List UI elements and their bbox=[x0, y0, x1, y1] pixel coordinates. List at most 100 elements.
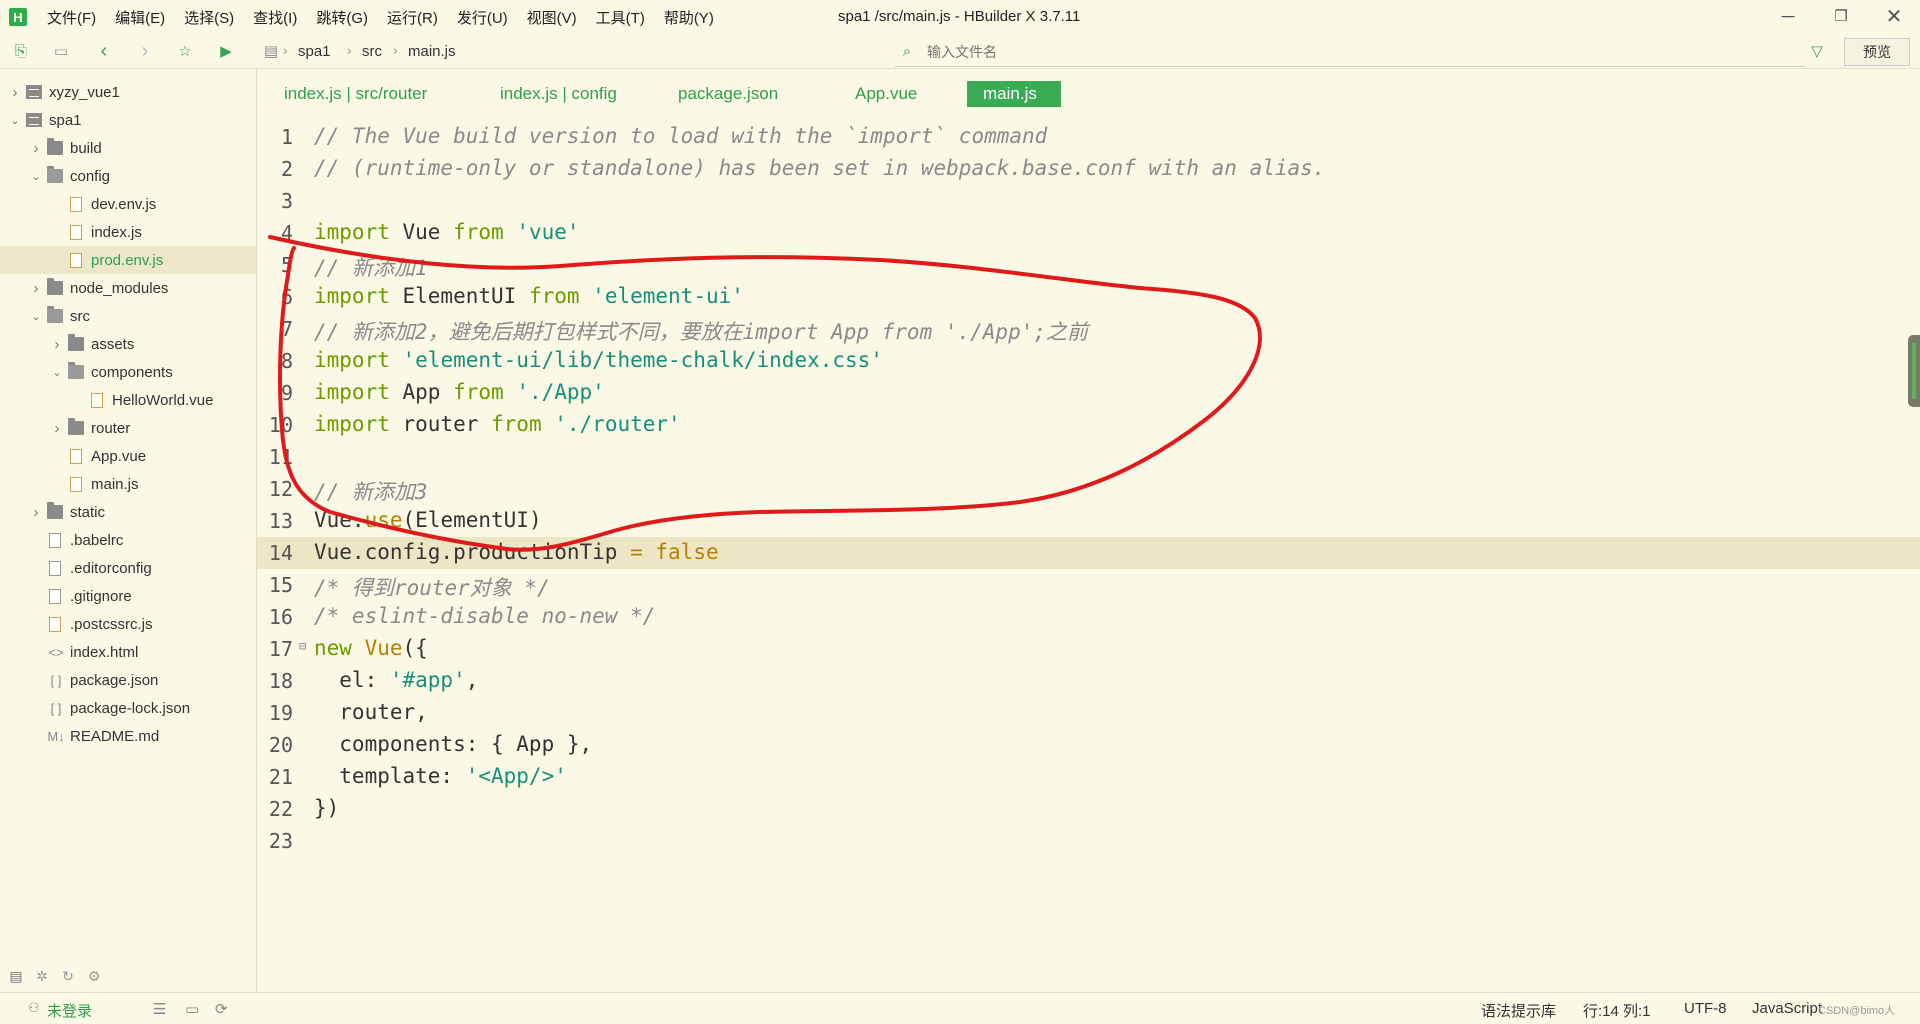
menu-tools[interactable]: 工具(T) bbox=[596, 7, 645, 28]
terminal-icon[interactable]: ▭ bbox=[185, 1000, 199, 1018]
breadcrumb-src[interactable]: src bbox=[362, 43, 382, 60]
tree-item[interactable]: .gitignore bbox=[0, 582, 256, 610]
debug-icon[interactable]: ✲ bbox=[32, 966, 52, 986]
tree-item[interactable]: M↓ README.md bbox=[0, 722, 256, 750]
tree-item[interactable]: › xyzy_vue1 bbox=[0, 78, 256, 106]
editor-tab[interactable]: index.js | src/router bbox=[269, 81, 442, 107]
close-icon[interactable]: ✕ bbox=[1882, 4, 1906, 28]
tree-item[interactable]: main.js bbox=[0, 470, 256, 498]
code-line[interactable]: 13 Vue.use(ElementUI) bbox=[257, 505, 1920, 537]
editor-tab[interactable]: main.js bbox=[967, 81, 1061, 107]
code-line[interactable]: 3 bbox=[257, 185, 1920, 217]
code-line[interactable]: 4 import Vue from 'vue' bbox=[257, 217, 1920, 249]
tree-item[interactable]: [ ] package-lock.json bbox=[0, 694, 256, 722]
refresh-icon[interactable]: ↻ bbox=[58, 966, 78, 986]
chevron-right-icon[interactable]: › bbox=[29, 140, 43, 157]
tree-item[interactable]: ⌄ spa1 bbox=[0, 106, 256, 134]
file-encoding[interactable]: UTF-8 bbox=[1684, 1000, 1727, 1017]
breadcrumb-spa1[interactable]: spa1 bbox=[298, 43, 331, 60]
code-line[interactable]: 23 bbox=[257, 825, 1920, 857]
tree-item[interactable]: prod.env.js bbox=[0, 246, 256, 274]
favorite-icon[interactable]: ☆ bbox=[176, 42, 194, 60]
code-editor[interactable]: 1 // The Vue build version to load with t… bbox=[257, 121, 1920, 991]
code-line[interactable]: 8 import 'element-ui/lib/theme-chalk/inde… bbox=[257, 345, 1920, 377]
menu-file[interactable]: 文件(F) bbox=[47, 7, 96, 28]
menu-goto[interactable]: 跳转(G) bbox=[316, 7, 368, 28]
tree-item[interactable]: dev.env.js bbox=[0, 190, 256, 218]
tree-item[interactable]: ⌄ src bbox=[0, 302, 256, 330]
code-line[interactable]: 5 // 新添加1 bbox=[257, 249, 1920, 281]
save-icon[interactable]: ▭ bbox=[52, 42, 70, 60]
tree-item[interactable]: › static bbox=[0, 498, 256, 526]
tree-item[interactable]: › node_modules bbox=[0, 274, 256, 302]
chevron-down-icon[interactable]: ⌄ bbox=[29, 170, 43, 183]
tree-item[interactable]: › assets bbox=[0, 330, 256, 358]
forward-icon[interactable]: › bbox=[136, 40, 154, 62]
code-line[interactable]: 7 // 新添加2，避免后期打包样式不同，要放在import App from '… bbox=[257, 313, 1920, 345]
editor-tab[interactable]: package.json bbox=[663, 81, 793, 107]
tree-item[interactable]: App.vue bbox=[0, 442, 256, 470]
menu-edit[interactable]: 编辑(E) bbox=[115, 7, 165, 28]
code-line[interactable]: 6 import ElementUI from 'element-ui' bbox=[257, 281, 1920, 313]
chevron-down-icon[interactable]: ⌄ bbox=[50, 366, 64, 379]
language-mode[interactable]: JavaScript bbox=[1752, 1000, 1822, 1017]
minimize-icon[interactable]: ─ bbox=[1776, 4, 1800, 28]
project-manager-icon[interactable]: ▤ bbox=[6, 966, 26, 986]
chevron-right-icon[interactable]: › bbox=[50, 420, 64, 437]
outline-icon[interactable]: ☰ bbox=[153, 1000, 166, 1018]
menu-help[interactable]: 帮助(Y) bbox=[664, 7, 714, 28]
new-file-icon[interactable]: ⎘ bbox=[12, 42, 30, 60]
sync-icon[interactable]: ⟳ bbox=[215, 1000, 228, 1018]
code-line[interactable]: 22}) bbox=[257, 793, 1920, 825]
restore-icon[interactable]: ❐ bbox=[1829, 4, 1853, 28]
code-line[interactable]: 18 el: '#app', bbox=[257, 665, 1920, 697]
code-line[interactable]: 14 Vue.config.productionTip = false bbox=[257, 537, 1920, 569]
code-line[interactable]: 16 /* eslint-disable no-new */ bbox=[257, 601, 1920, 633]
tree-item[interactable]: index.js bbox=[0, 218, 256, 246]
menu-select[interactable]: 选择(S) bbox=[184, 7, 234, 28]
login-status[interactable]: 未登录 bbox=[47, 1000, 92, 1021]
tree-item[interactable]: › router bbox=[0, 414, 256, 442]
menu-view[interactable]: 视图(V) bbox=[527, 7, 577, 28]
breadcrumb-main-js[interactable]: main.js bbox=[408, 43, 456, 60]
chevron-right-icon[interactable]: › bbox=[50, 336, 64, 353]
tree-item[interactable]: .editorconfig bbox=[0, 554, 256, 582]
fold-icon[interactable]: ⊟ bbox=[299, 639, 306, 653]
back-icon[interactable]: ‹ bbox=[95, 40, 113, 62]
chevron-right-icon[interactable]: › bbox=[29, 280, 43, 297]
code-line[interactable]: 17 ⊟ new Vue({ bbox=[257, 633, 1920, 665]
tree-item[interactable]: HelloWorld.vue bbox=[0, 386, 256, 414]
tree-item[interactable]: <> index.html bbox=[0, 638, 256, 666]
tree-item[interactable]: .postcssrc.js bbox=[0, 610, 256, 638]
chevron-down-icon[interactable]: ⌄ bbox=[8, 114, 22, 127]
menu-find[interactable]: 查找(I) bbox=[253, 7, 297, 28]
code-line[interactable]: 2 // (runtime-only or standalone) has bee… bbox=[257, 153, 1920, 185]
tree-item[interactable]: ⌄ config bbox=[0, 162, 256, 190]
code-line[interactable]: 1 // The Vue build version to load with t… bbox=[257, 121, 1920, 153]
preview-button[interactable]: 预览 bbox=[1844, 38, 1910, 66]
run-icon[interactable]: ▶ bbox=[217, 42, 235, 60]
chevron-right-icon[interactable]: › bbox=[29, 504, 43, 521]
menu-run[interactable]: 运行(R) bbox=[387, 7, 438, 28]
scrollbar-thumb[interactable] bbox=[1908, 335, 1920, 407]
code-line[interactable]: 19 router, bbox=[257, 697, 1920, 729]
chevron-down-icon[interactable]: ⌄ bbox=[29, 310, 43, 323]
menu-publish[interactable]: 发行(U) bbox=[457, 7, 508, 28]
cursor-position[interactable]: 行:14 列:1 bbox=[1583, 1000, 1651, 1021]
tree-item[interactable]: .babelrc bbox=[0, 526, 256, 554]
code-line[interactable]: 21 template: '<App/>' bbox=[257, 761, 1920, 793]
code-line[interactable]: 10 import router from './router' bbox=[257, 409, 1920, 441]
code-line[interactable]: 9 import App from './App' bbox=[257, 377, 1920, 409]
syntax-hint-library[interactable]: 语法提示库 bbox=[1481, 1000, 1556, 1021]
plugin-icon[interactable]: ⚙ bbox=[84, 966, 104, 986]
code-line[interactable]: 12 // 新添加3 bbox=[257, 473, 1920, 505]
code-line[interactable]: 20 components: { App }, bbox=[257, 729, 1920, 761]
chevron-right-icon[interactable]: › bbox=[8, 84, 22, 101]
editor-tab[interactable]: App.vue bbox=[840, 81, 932, 107]
editor-tab[interactable]: index.js | config bbox=[485, 81, 632, 107]
tree-item[interactable]: ⌄ components bbox=[0, 358, 256, 386]
tree-item[interactable]: › build bbox=[0, 134, 256, 162]
code-line[interactable]: 15 /* 得到router对象 */ bbox=[257, 569, 1920, 601]
code-line[interactable]: 11 bbox=[257, 441, 1920, 473]
filter-icon[interactable]: ▽ bbox=[1808, 42, 1826, 60]
